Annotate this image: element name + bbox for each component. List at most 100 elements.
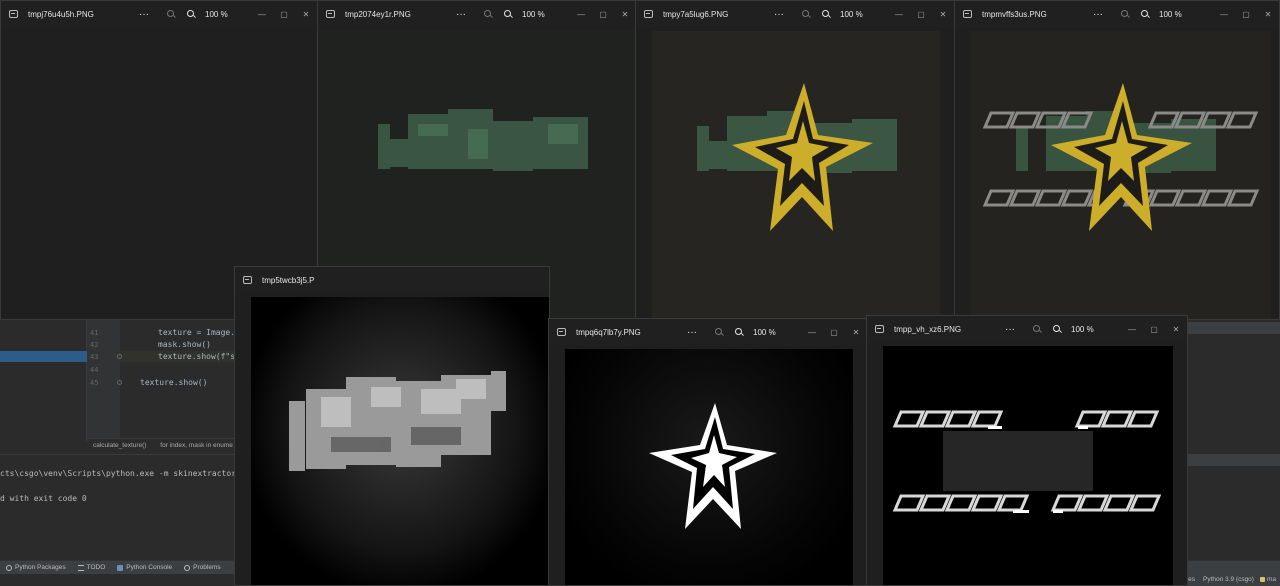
console-command: cts\csgo\venv\Scripts\python.exe -m skin… — [0, 469, 256, 478]
python-icon — [117, 564, 124, 571]
zoom-in-icon — [821, 10, 829, 17]
more-options-button[interactable]: ··· — [768, 9, 790, 20]
photos-app-icon — [243, 276, 252, 284]
white-star-mask-image — [649, 403, 777, 529]
zoom-out-button[interactable] — [1029, 324, 1043, 334]
ide-right-panel — [1186, 318, 1280, 560]
image-canvas — [883, 346, 1173, 585]
fold-marker-icon[interactable] — [117, 354, 122, 359]
composite-star-image — [982, 83, 1260, 231]
image-canvas — [652, 31, 940, 319]
close-button[interactable]: ✕ — [932, 10, 954, 19]
minimize-button[interactable]: — — [888, 10, 910, 19]
fold-marker-icon[interactable] — [117, 380, 122, 385]
zoom-in-button[interactable] — [731, 327, 745, 337]
image-canvas — [971, 31, 1271, 319]
zoom-out-button[interactable] — [163, 9, 177, 19]
photos-app-icon — [326, 10, 335, 18]
more-options-button[interactable]: ··· — [1087, 9, 1109, 20]
maximize-button[interactable]: ▢ — [273, 10, 295, 19]
maximize-button[interactable]: ▢ — [1143, 325, 1165, 334]
maximize-button[interactable]: ▢ — [823, 328, 845, 337]
window-titlebar[interactable]: tmp5twcb3j5.P — [235, 267, 549, 293]
window-titlebar[interactable]: tmpy7a5lug6.PNG ··· 100 % — ▢ ✕ — [636, 1, 954, 27]
photo-window[interactable]: tmpq6q7lb7y.PNG ··· 100 % — ▢ ✕ — [548, 318, 868, 586]
zoom-level[interactable]: 100 % — [1159, 10, 1189, 19]
zoom-in-button[interactable] — [818, 9, 832, 19]
maximize-button[interactable]: ▢ — [592, 10, 614, 19]
zoom-in-icon — [186, 10, 194, 17]
zoom-level[interactable]: 100 % — [522, 10, 552, 19]
grayscale-texture-image — [289, 371, 506, 471]
photo-window[interactable]: tmp5twcb3j5.P — [234, 266, 550, 586]
tool-label: Python Packages — [15, 564, 66, 571]
line-number: 42 — [90, 341, 99, 349]
zoom-in-button[interactable] — [500, 9, 514, 19]
zoom-in-button[interactable] — [183, 9, 197, 19]
console-exit-message: d with exit code 0 — [0, 494, 87, 503]
photo-window[interactable]: tmpy7a5lug6.PNG ··· 100 % — ▢ ✕ — [635, 0, 955, 320]
zoom-level[interactable]: 100 % — [205, 10, 235, 19]
status-branch[interactable]: ma — [1267, 576, 1276, 583]
window-titlebar[interactable]: tmpmvffs3us.PNG ··· 100 % — ▢ ✕ — [955, 1, 1279, 27]
window-titlebar[interactable]: tmpp_vh_xz6.PNG ··· 100 % — ▢ ✕ — [867, 316, 1187, 342]
photo-window[interactable]: tmpmvffs3us.PNG ··· 100 % — ▢ ✕ — [954, 0, 1280, 320]
zoom-level[interactable]: 100 % — [840, 10, 870, 19]
maximize-button[interactable]: ▢ — [1235, 10, 1257, 19]
zoom-out-icon — [166, 10, 174, 17]
maximize-button[interactable]: ▢ — [910, 10, 932, 19]
zoom-level[interactable]: 100 % — [1071, 325, 1101, 334]
close-button[interactable]: ✕ — [1257, 10, 1279, 19]
zoom-out-button[interactable] — [711, 327, 725, 337]
window-title: tmpq6q7lb7y.PNG — [576, 327, 641, 337]
code-line[interactable]: texture.show(f"st — [158, 352, 240, 361]
gold-star-image — [697, 83, 897, 231]
more-options-button[interactable]: ··· — [133, 9, 155, 20]
photos-app-icon — [9, 10, 18, 18]
tool-problems[interactable]: Problems — [184, 564, 221, 571]
zoom-in-button[interactable] — [1137, 9, 1151, 19]
window-titlebar[interactable]: tmp2074ey1r.PNG ··· 100 % — ▢ ✕ — [318, 1, 636, 27]
more-options-button[interactable]: ··· — [681, 327, 703, 338]
minimize-button[interactable]: — — [570, 10, 592, 19]
minimize-button[interactable]: — — [801, 328, 823, 337]
zoom-out-icon — [483, 10, 491, 17]
tool-python-console[interactable]: Python Console — [117, 564, 172, 571]
photo-window[interactable]: tmpp_vh_xz6.PNG ··· 100 % — ▢ ✕ — [866, 315, 1188, 586]
photos-app-icon — [557, 328, 566, 336]
more-options-button[interactable]: ··· — [999, 324, 1021, 335]
zoom-out-button[interactable] — [480, 9, 494, 19]
window-titlebar[interactable]: tmpq6q7lb7y.PNG ··· 100 % — ▢ ✕ — [549, 319, 867, 345]
zoom-out-icon — [714, 328, 722, 335]
zoom-out-button[interactable] — [1117, 9, 1131, 19]
line-number: 41 — [90, 329, 99, 337]
tool-todo[interactable]: TODO — [77, 564, 105, 571]
zoom-level[interactable]: 100 % — [753, 328, 783, 337]
code-line[interactable]: texture.show() — [140, 378, 207, 387]
breadcrumb-loop[interactable]: for index, mask in enume — [160, 442, 233, 449]
tool-label: Python Console — [126, 564, 173, 571]
code-line[interactable]: texture = Image.c — [158, 328, 240, 337]
breadcrumb-function[interactable]: calculate_texture() — [93, 442, 146, 449]
line-number: 43 — [90, 353, 99, 361]
window-title: tmpy7a5lug6.PNG — [663, 9, 729, 19]
status-bar: es Python 3.9 (csgo) ma — [1180, 572, 1280, 586]
close-button[interactable]: ✕ — [614, 10, 636, 19]
status-interpreter[interactable]: Python 3.9 (csgo) — [1203, 576, 1254, 583]
minimize-button[interactable]: — — [251, 10, 273, 19]
chain-mask-image — [892, 410, 1162, 513]
more-options-button[interactable]: ··· — [450, 9, 472, 20]
photos-app-icon — [875, 325, 884, 333]
minimize-button[interactable]: — — [1121, 325, 1143, 334]
window-titlebar[interactable]: tmpj76u4u5h.PNG ··· 100 % — ▢ ✕ — [1, 1, 317, 27]
zoom-in-button[interactable] — [1049, 324, 1063, 334]
minimize-button[interactable]: — — [1213, 10, 1235, 19]
project-selected-row[interactable] — [0, 351, 87, 362]
close-button[interactable]: ✕ — [845, 328, 867, 337]
tool-python-packages[interactable]: Python Packages — [6, 564, 66, 571]
code-line[interactable]: mask.show() — [158, 340, 211, 349]
zoom-in-icon — [1052, 325, 1060, 332]
close-button[interactable]: ✕ — [1165, 325, 1187, 334]
close-button[interactable]: ✕ — [295, 10, 317, 19]
zoom-out-button[interactable] — [798, 9, 812, 19]
